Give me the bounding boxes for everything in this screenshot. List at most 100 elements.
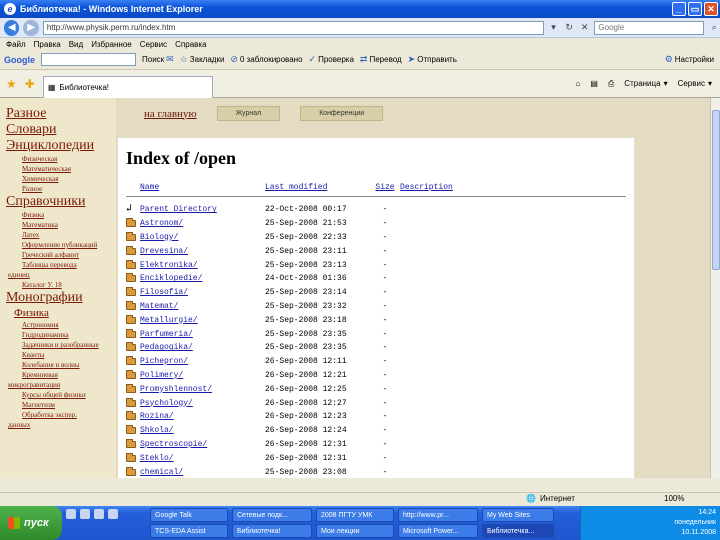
task-tcs-eda[interactable]: TCS-EDA Assist	[150, 524, 228, 538]
menu-view[interactable]: Вид	[69, 40, 83, 49]
tab-library[interactable]: ▦ Библиотечка!	[42, 75, 213, 98]
row-name-link[interactable]: Steklo/	[140, 454, 265, 463]
minimize-button[interactable]: _	[672, 2, 686, 16]
sidebar-item[interactable]: единиц	[6, 270, 116, 280]
sidebar-item[interactable]: Разное	[6, 184, 116, 194]
row-name-link[interactable]: Filosofia/	[140, 288, 265, 297]
favorites-star-icon[interactable]: ★	[6, 77, 17, 91]
menu-favorites[interactable]: Избранное	[91, 40, 132, 49]
task-google-talk[interactable]: Google Talk	[150, 508, 228, 522]
quick-launch-icon[interactable]	[80, 509, 90, 519]
row-name-link[interactable]: chemical/	[140, 468, 265, 477]
sidebar-item[interactable]: Каталог У. 18	[6, 280, 116, 290]
send-button[interactable]: ➤ Отправить	[408, 54, 457, 65]
sidebar-item[interactable]: Магнетизм	[6, 400, 116, 410]
settings-button[interactable]: ⚙ Настройки	[665, 54, 714, 65]
row-name-link[interactable]: Promyshlennost/	[140, 385, 265, 394]
task-web-sites[interactable]: My Web Sites	[482, 508, 554, 522]
row-name-link[interactable]: Parent Directory	[140, 205, 265, 214]
scroll-thumb[interactable]	[712, 110, 720, 270]
home-link[interactable]: на главную	[144, 108, 197, 120]
sidebar-reference[interactable]: Справочники	[6, 194, 116, 210]
task-library[interactable]: Библиотечка!	[232, 524, 312, 538]
sidebar-item[interactable]: Задачники и разобранные	[6, 340, 116, 350]
column-size[interactable]: Size	[370, 183, 400, 192]
sidebar-item[interactable]: Колебания и волны	[6, 360, 116, 370]
row-name-link[interactable]: Spectroscopie/	[140, 440, 265, 449]
bookmarks-button[interactable]: ☆ Закладки	[180, 54, 225, 65]
sidebar-item[interactable]: Оформление публикаций	[6, 240, 116, 250]
sidebar-encyclopedias[interactable]: Энциклопедии	[6, 138, 116, 154]
row-name-link[interactable]: Rozina/	[140, 412, 265, 421]
column-modified[interactable]: Last modified	[265, 183, 370, 192]
task-network[interactable]: Сетевые подк...	[232, 508, 312, 522]
quick-launch-icon[interactable]	[94, 509, 104, 519]
search-icon[interactable]: ⌕	[708, 22, 720, 34]
task-browser[interactable]: http://www.pr...	[398, 508, 478, 522]
task-library-active[interactable]: Библиотечка...	[482, 524, 554, 538]
home-icon[interactable]: ⌂	[575, 79, 580, 88]
spellcheck-button[interactable]: ✓ Проверка	[309, 54, 354, 65]
row-name-link[interactable]: Biology/	[140, 233, 265, 242]
column-description[interactable]: Description	[400, 183, 453, 192]
row-name-link[interactable]: Matemat/	[140, 302, 265, 311]
row-name-link[interactable]: Pedagogika/	[140, 343, 265, 352]
menu-help[interactable]: Справка	[175, 40, 206, 49]
row-name-link[interactable]: Shkola/	[140, 426, 265, 435]
maximize-button[interactable]: ▭	[688, 2, 702, 16]
sidebar-item[interactable]: Латех	[6, 230, 116, 240]
menu-tools[interactable]: Сервис	[140, 40, 167, 49]
sidebar-physics[interactable]: Физика	[6, 306, 116, 320]
row-name-link[interactable]: Enciklopedie/	[140, 274, 265, 283]
sidebar-monographs[interactable]: Монографии	[6, 290, 116, 306]
row-name-link[interactable]: Drevesina/	[140, 247, 265, 256]
tools-menu[interactable]: Сервис ▾	[678, 79, 712, 88]
row-name-link[interactable]: Astronom/	[140, 219, 265, 228]
row-name-link[interactable]: Metallurgie/	[140, 316, 265, 325]
sidebar-item[interactable]: Физика	[6, 210, 116, 220]
vertical-scrollbar[interactable]	[710, 98, 720, 478]
sidebar-item[interactable]: Греческий алфавит	[6, 250, 116, 260]
task-lectures[interactable]: Мои лекции	[316, 524, 394, 538]
zoom-level[interactable]: 100%	[664, 494, 684, 503]
google-search-button[interactable]: Поиск ✉	[142, 54, 174, 65]
column-name[interactable]: Name	[140, 183, 265, 192]
print-icon[interactable]: ⎙	[608, 79, 614, 89]
translate-button[interactable]: ⇄ Перевод	[360, 54, 402, 65]
back-button[interactable]: ◀	[4, 19, 20, 36]
sidebar-item[interactable]: Кремниевая	[6, 370, 116, 380]
add-favorites-icon[interactable]: ✚	[25, 77, 35, 91]
row-name-link[interactable]: Pichepron/	[140, 357, 265, 366]
popup-blocked-button[interactable]: ⊘ 0 заблокировано	[230, 54, 302, 65]
quick-launch-icon[interactable]	[66, 509, 76, 519]
sidebar-item[interactable]: Обработка экспер.	[6, 410, 116, 420]
close-button[interactable]: ✕	[704, 2, 718, 16]
sidebar-raznoe[interactable]: Разное	[6, 106, 116, 122]
journal-button[interactable]: Журнал	[216, 106, 281, 121]
google-search-input[interactable]	[41, 53, 136, 66]
task-umk[interactable]: 2008 ПГТУ УМК	[316, 508, 394, 522]
sidebar-item[interactable]: микрогравитация	[6, 380, 116, 390]
start-button[interactable]: пуск	[0, 506, 62, 540]
sidebar-item[interactable]: Математика	[6, 220, 116, 230]
sidebar-item[interactable]: данных	[6, 420, 116, 430]
quick-launch-icon[interactable]	[108, 509, 118, 519]
row-name-link[interactable]: Polimery/	[140, 371, 265, 380]
search-input[interactable]	[594, 20, 705, 35]
sidebar-item[interactable]: Гидродинамика	[6, 330, 116, 340]
menu-file[interactable]: Файл	[6, 40, 26, 49]
refresh-icon[interactable]: ↻	[563, 22, 575, 34]
sidebar-item[interactable]: Курсы общей физики	[6, 390, 116, 400]
forward-button[interactable]: ▶	[23, 19, 39, 36]
sidebar-item[interactable]: Физическая	[6, 154, 116, 164]
menu-edit[interactable]: Правка	[34, 40, 61, 49]
clock[interactable]: 14:24 понедельник 10.11.2008	[674, 508, 716, 538]
task-powerpoint[interactable]: Microsoft Power...	[398, 524, 478, 538]
feeds-icon[interactable]: ▤	[590, 79, 598, 88]
page-menu[interactable]: Страница ▾	[624, 79, 667, 88]
dropdown-icon[interactable]: ▾	[548, 22, 560, 34]
sidebar-item[interactable]: Астрономия	[6, 320, 116, 330]
sidebar-item[interactable]: Таблицы перевода	[6, 260, 116, 270]
stop-icon[interactable]: ✕	[579, 22, 591, 34]
row-name-link[interactable]: Parfumeria/	[140, 330, 265, 339]
